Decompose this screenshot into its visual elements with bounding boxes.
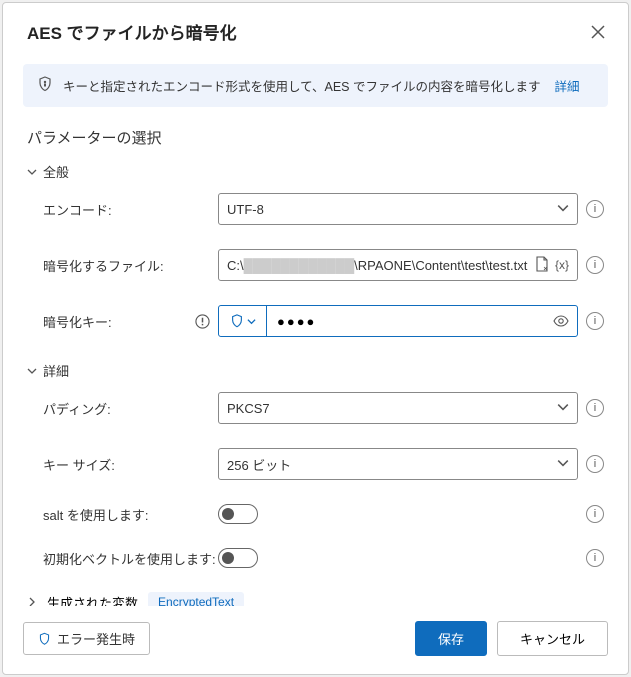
group-general-header[interactable]: 全般: [27, 162, 604, 181]
file-label: 暗号化するファイル:: [43, 256, 218, 275]
keysize-select[interactable]: 256 ビット: [218, 448, 578, 480]
keysize-info-icon[interactable]: i: [586, 455, 604, 473]
key-label: 暗号化キー:: [43, 312, 218, 331]
dialog-title: AES でファイルから暗号化: [27, 19, 237, 44]
encoding-info-icon[interactable]: i: [586, 200, 604, 218]
chevron-down-icon: [27, 167, 37, 177]
close-button[interactable]: [588, 22, 608, 42]
use-iv-label: 初期化ベクトルを使用します:: [43, 549, 218, 568]
padding-info-icon[interactable]: i: [586, 399, 604, 417]
padding-label: パディング:: [43, 399, 218, 418]
use-iv-toggle[interactable]: [218, 548, 258, 568]
chevron-down-icon: [557, 202, 569, 217]
keysize-label: キー サイズ:: [43, 455, 218, 474]
group-generated-header[interactable]: 生成された変数 EncryptedText: [27, 592, 604, 606]
row-file: 暗号化するファイル: C:\████████████\RPAONE\Conten…: [43, 249, 604, 281]
file-picker-icon[interactable]: [535, 256, 549, 275]
use-salt-info-icon[interactable]: i: [586, 505, 604, 523]
group-details-label: 詳細: [43, 361, 69, 380]
row-keysize: キー サイズ: 256 ビット i: [43, 448, 604, 480]
dialog-footer: エラー発生時 保存 キャンセル: [3, 606, 628, 674]
shield-outline-icon: [38, 632, 51, 646]
chevron-down-icon: [247, 317, 256, 326]
keysize-value: 256 ビット: [227, 455, 291, 474]
banner-text: キーと指定されたエンコード形式を使用して、AES でファイルの内容を暗号化します: [63, 76, 541, 95]
on-error-label: エラー発生時: [57, 629, 135, 648]
dialog-header: AES でファイルから暗号化: [3, 3, 628, 52]
row-padding: パディング: PKCS7 i: [43, 392, 604, 424]
footer-actions: 保存 キャンセル: [415, 621, 608, 656]
file-input[interactable]: C:\████████████\RPAONE\Content\test\test…: [218, 249, 578, 281]
file-path-value: C:\████████████\RPAONE\Content\test\test…: [227, 258, 527, 273]
use-salt-label: salt を使用します:: [43, 505, 218, 524]
group-details-header[interactable]: 詳細: [27, 361, 604, 380]
dialog: AES でファイルから暗号化 キーと指定されたエンコード形式を使用して、AES …: [2, 2, 629, 675]
row-use-salt: salt を使用します: i: [43, 504, 604, 524]
key-value: ●●●●: [267, 306, 545, 336]
row-key: 暗号化キー: ●●●● i: [43, 305, 604, 337]
group-generated-label: 生成された変数: [47, 593, 138, 607]
toggle-knob: [222, 508, 234, 520]
shield-icon: [230, 314, 244, 328]
group-general-label: 全般: [43, 162, 69, 181]
padding-select[interactable]: PKCS7: [218, 392, 578, 424]
parameters-heading: パラメーターの選択: [27, 127, 604, 148]
generated-variable-badge[interactable]: EncryptedText: [148, 592, 244, 606]
cancel-button[interactable]: キャンセル: [497, 621, 608, 656]
use-iv-info-icon[interactable]: i: [586, 549, 604, 567]
info-banner: キーと指定されたエンコード形式を使用して、AES でファイルの内容を暗号化します…: [23, 64, 608, 107]
content-area: パラメーターの選択 全般 エンコード: UTF-8 i 暗号化するファイル: C…: [3, 107, 628, 606]
encoding-value: UTF-8: [227, 202, 264, 217]
row-use-iv: 初期化ベクトルを使用します: i: [43, 548, 604, 568]
close-icon: [591, 25, 605, 39]
encoding-select[interactable]: UTF-8: [218, 193, 578, 225]
toggle-knob: [222, 552, 234, 564]
chevron-down-icon: [27, 366, 37, 376]
banner-details-link[interactable]: 詳細: [555, 76, 580, 95]
chevron-down-icon: [557, 401, 569, 416]
padding-value: PKCS7: [227, 401, 270, 416]
fx-variable-icon[interactable]: {x}: [555, 258, 569, 272]
reveal-password-icon[interactable]: [545, 306, 577, 336]
encoding-label: エンコード:: [43, 200, 218, 219]
warning-icon: [195, 314, 210, 329]
chevron-down-icon: [557, 457, 569, 472]
shield-icon: [37, 76, 53, 95]
use-salt-toggle[interactable]: [218, 504, 258, 524]
file-info-icon[interactable]: i: [586, 256, 604, 274]
key-type-dropdown[interactable]: [219, 306, 267, 336]
save-button[interactable]: 保存: [415, 621, 487, 656]
key-secure-input[interactable]: ●●●●: [218, 305, 578, 337]
row-encoding: エンコード: UTF-8 i: [43, 193, 604, 225]
key-info-icon[interactable]: i: [586, 312, 604, 330]
chevron-right-icon: [27, 597, 37, 606]
on-error-button[interactable]: エラー発生時: [23, 622, 150, 655]
